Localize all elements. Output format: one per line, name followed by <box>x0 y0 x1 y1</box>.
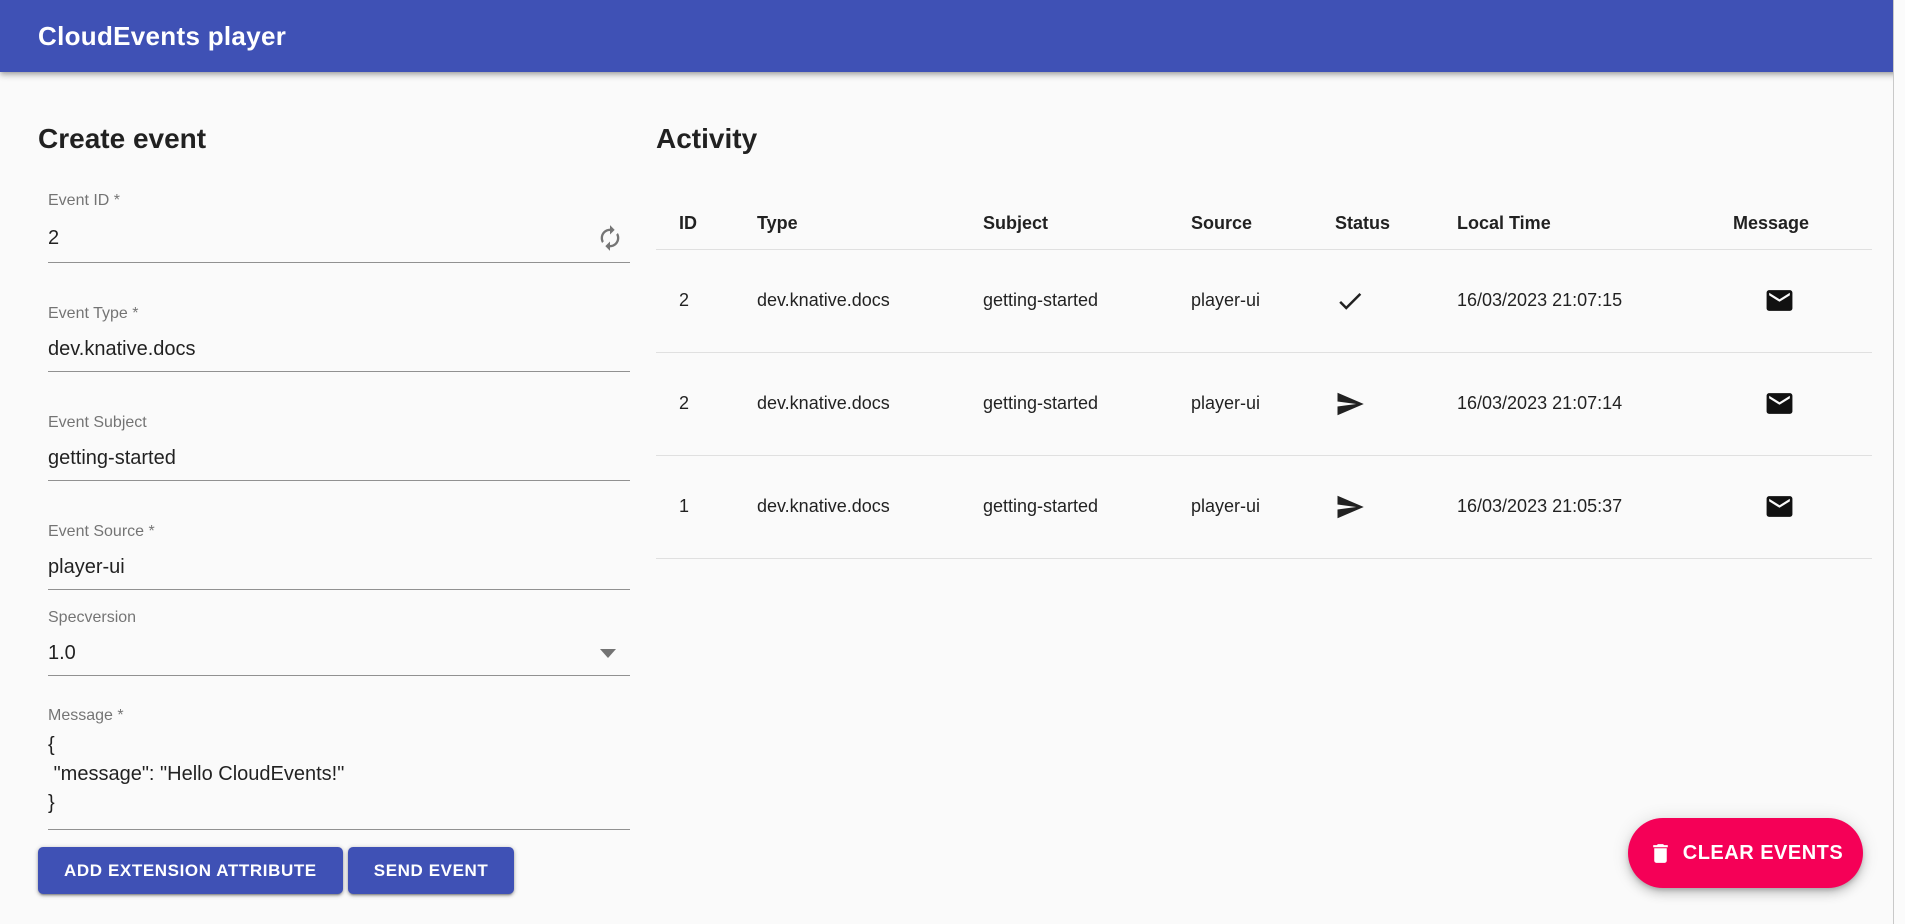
cell-subject: getting-started <box>960 455 1168 558</box>
event-subject-field: Event Subject <box>48 413 630 481</box>
create-event-panel: Create event Event ID * Event Type * Ev <box>38 122 630 894</box>
event-id-input[interactable] <box>48 226 596 250</box>
activity-panel: Activity ID Type Subject Source Status L… <box>656 122 1872 559</box>
cell-subject: getting-started <box>960 352 1168 455</box>
column-header-local-time: Local Time <box>1434 198 1710 249</box>
cell-local-time: 16/03/2023 21:07:14 <box>1434 352 1710 455</box>
event-subject-input[interactable] <box>48 446 626 470</box>
message-field: Message * { "message": "Hello CloudEvent… <box>48 706 630 830</box>
event-source-label: Event Source * <box>48 522 630 541</box>
cell-type: dev.knative.docs <box>734 352 960 455</box>
app-bar: CloudEvents player <box>0 0 1905 72</box>
send-icon <box>1335 389 1365 419</box>
column-header-id: ID <box>656 198 734 249</box>
activity-table: ID Type Subject Source Status Local Time… <box>656 198 1872 559</box>
event-type-field: Event Type * <box>48 304 630 372</box>
dropdown-arrow-icon <box>600 649 616 658</box>
email-icon[interactable] <box>1764 388 1795 419</box>
cell-id: 2 <box>656 352 734 455</box>
clear-events-label: CLEAR EVENTS <box>1683 842 1843 865</box>
send-icon <box>1335 492 1365 522</box>
cell-type: dev.knative.docs <box>734 249 960 352</box>
check-icon <box>1335 286 1365 316</box>
column-header-source: Source <box>1168 198 1312 249</box>
table-row: 1 dev.knative.docs getting-started playe… <box>656 455 1872 558</box>
column-header-subject: Subject <box>960 198 1168 249</box>
event-type-label: Event Type * <box>48 304 630 323</box>
cell-id: 2 <box>656 249 734 352</box>
cell-type: dev.knative.docs <box>734 455 960 558</box>
main-content: Create event Event ID * Event Type * Ev <box>0 72 1905 894</box>
create-event-form: Event ID * Event Type * Event Subject <box>38 191 630 830</box>
event-id-field: Event ID * <box>48 191 630 263</box>
send-event-button[interactable]: SEND EVENT <box>348 847 515 894</box>
add-extension-attribute-button[interactable]: ADD EXTENSION ATTRIBUTE <box>38 847 343 894</box>
email-icon[interactable] <box>1764 285 1795 316</box>
email-icon[interactable] <box>1764 491 1795 522</box>
cell-local-time: 16/03/2023 21:07:15 <box>1434 249 1710 352</box>
cell-id: 1 <box>656 455 734 558</box>
clear-events-button[interactable]: CLEAR EVENTS <box>1628 818 1863 888</box>
message-label: Message * <box>48 706 630 725</box>
autorenew-icon[interactable] <box>596 224 624 252</box>
table-row: 2 dev.knative.docs getting-started playe… <box>656 352 1872 455</box>
cell-source: player-ui <box>1168 249 1312 352</box>
event-source-input[interactable] <box>48 555 626 579</box>
table-row: 2 dev.knative.docs getting-started playe… <box>656 249 1872 352</box>
event-source-field: Event Source * <box>48 522 630 590</box>
message-input[interactable]: { "message": "Hello CloudEvents!" } <box>48 731 626 818</box>
column-header-message: Message <box>1710 198 1872 249</box>
activity-heading: Activity <box>656 122 1872 155</box>
column-header-status: Status <box>1312 198 1434 249</box>
cell-subject: getting-started <box>960 249 1168 352</box>
cell-source: player-ui <box>1168 352 1312 455</box>
delete-icon <box>1648 841 1673 866</box>
event-type-input[interactable] <box>48 337 626 361</box>
scrollbar-track[interactable] <box>1893 0 1905 924</box>
specversion-value: 1.0 <box>48 641 600 665</box>
form-buttons: ADD EXTENSION ATTRIBUTE SEND EVENT <box>38 847 630 894</box>
specversion-label: Specversion <box>48 608 630 627</box>
specversion-select[interactable]: 1.0 <box>48 627 630 676</box>
cell-local-time: 16/03/2023 21:05:37 <box>1434 455 1710 558</box>
event-subject-label: Event Subject <box>48 413 630 432</box>
app-title: CloudEvents player <box>38 21 286 52</box>
table-header-row: ID Type Subject Source Status Local Time… <box>656 198 1872 249</box>
column-header-type: Type <box>734 198 960 249</box>
cell-source: player-ui <box>1168 455 1312 558</box>
create-event-heading: Create event <box>38 122 630 155</box>
specversion-field: Specversion 1.0 <box>48 608 630 676</box>
event-id-label: Event ID * <box>48 191 630 210</box>
